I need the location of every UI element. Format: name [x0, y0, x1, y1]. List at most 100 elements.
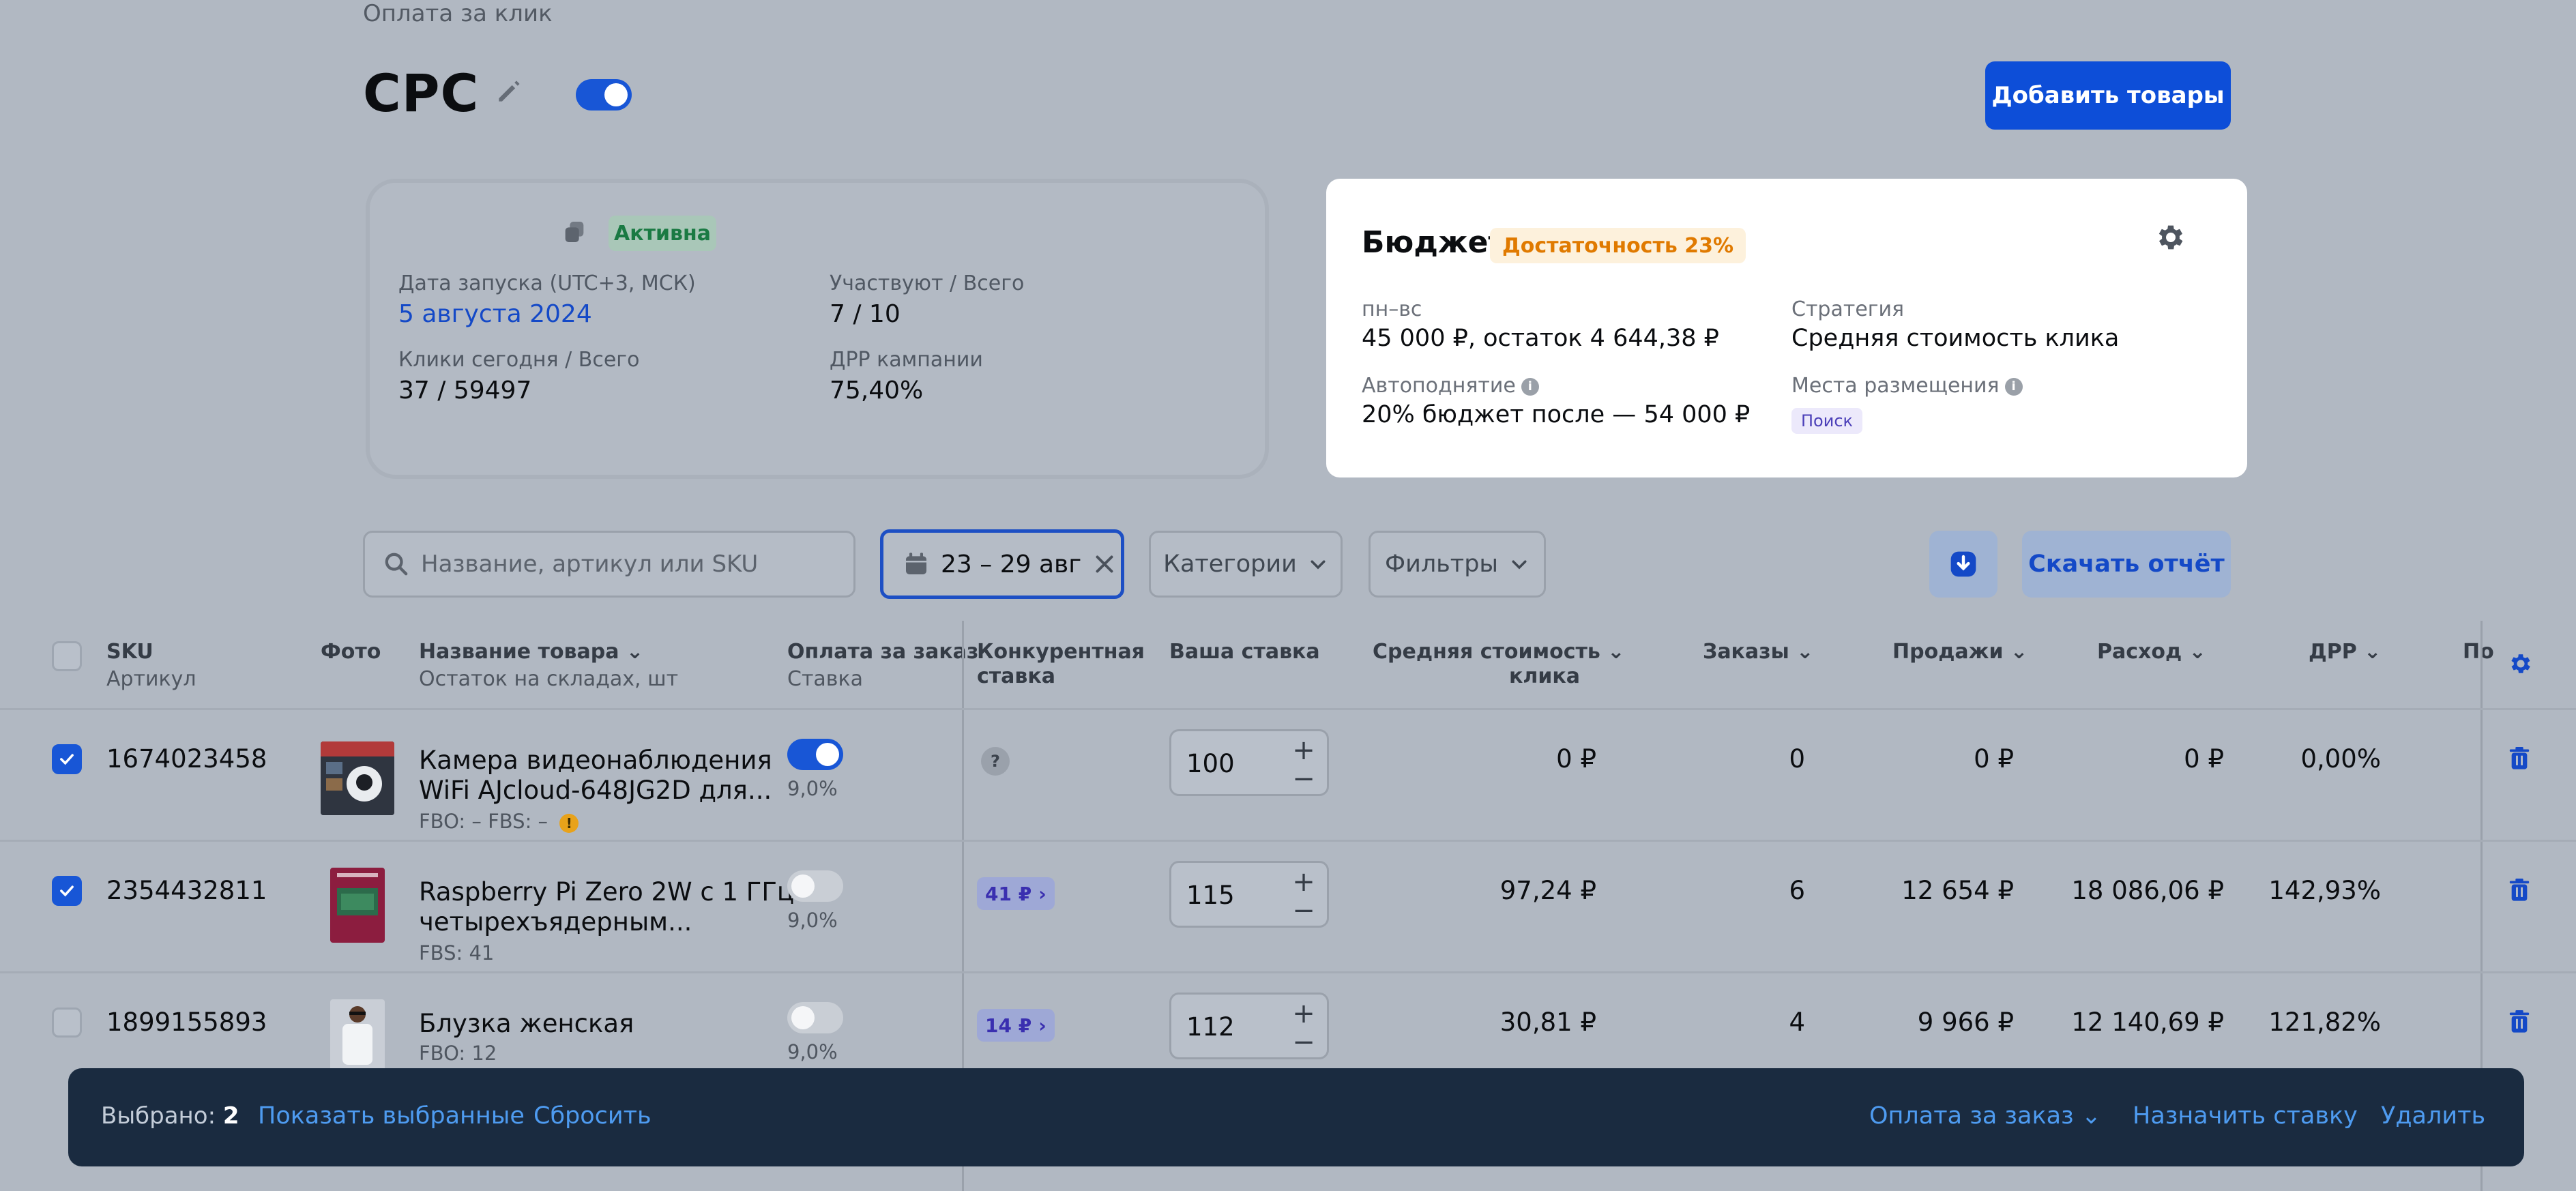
question-icon[interactable]: ? — [981, 747, 1010, 776]
plus-icon[interactable]: + — [1290, 737, 1317, 764]
add-products-button[interactable]: Добавить товары — [1985, 61, 2231, 130]
download-report-button[interactable]: Скачать отчёт — [2022, 531, 2231, 598]
trash-icon[interactable] — [2508, 1009, 2531, 1035]
row-checkbox[interactable] — [52, 744, 82, 774]
row-name-line2[interactable]: четырехъядерным... — [419, 907, 692, 937]
categories-dropdown[interactable]: Категории — [1149, 531, 1343, 598]
row-name-line2[interactable]: WiFi AJcloud-648JG2D для... — [419, 776, 772, 805]
col-avg-cost[interactable]: Средняя стоимость ⌄ — [1373, 640, 1624, 664]
warning-icon[interactable]: ! — [559, 814, 579, 833]
select-all-checkbox[interactable] — [52, 641, 82, 671]
row-spend: 12 140,69 ₽ — [2071, 1008, 2224, 1037]
selected-label: Выбрано: — [101, 1102, 216, 1130]
participants-label: Участвуют / Всего — [830, 271, 1025, 295]
competitive-bid-value: 14 ₽ — [985, 1014, 1032, 1037]
minus-icon[interactable]: − — [1290, 765, 1317, 793]
competitive-bid-chip[interactable]: 14 ₽ › — [977, 1009, 1055, 1042]
col-avg-cost-label: Средняя стоимость — [1373, 640, 1600, 664]
bulk-action-bar: Выбрано: 2 Показать выбранные Сбросить О… — [68, 1068, 2524, 1166]
bid-stepper[interactable]: 112 + − — [1169, 992, 1329, 1059]
autoraise-label: Автоподнятие — [1362, 374, 1516, 398]
competitive-bid-value: 41 ₽ — [985, 882, 1032, 905]
row-sku: 2354432811 — [106, 876, 267, 905]
col-sales-label: Продажи — [1892, 640, 2004, 664]
placement-label-row: Места размещения i — [1791, 374, 2023, 398]
col-name[interactable]: Название товара ⌄ — [419, 640, 643, 664]
pay-order-label: Оплата за заказ — [1869, 1102, 2074, 1130]
row-drr: 0,00% — [2300, 744, 2381, 774]
plus-icon[interactable]: + — [1290, 868, 1317, 896]
row-orders: 6 — [1789, 876, 1805, 905]
filters-dropdown[interactable]: Фильтры — [1368, 531, 1546, 598]
col-sku-sub: Артикул — [106, 667, 196, 691]
col-drr[interactable]: ДРР ⌄ — [2309, 640, 2381, 664]
info-icon[interactable]: i — [2004, 377, 2023, 396]
col-orders-label: Заказы — [1703, 640, 1789, 664]
col-name-label: Название товара — [419, 640, 619, 664]
trash-icon[interactable] — [2508, 746, 2531, 771]
minus-icon[interactable]: − — [1290, 1029, 1317, 1056]
row-stock-text: FBO: – FBS: – — [419, 810, 548, 833]
calendar-icon — [906, 553, 926, 574]
info-icon[interactable]: i — [1521, 377, 1539, 396]
pay-order-dropdown[interactable]: Оплата за заказ ⌄ — [1869, 1102, 2101, 1130]
product-photo[interactable] — [330, 868, 385, 943]
row-sku: 1899155893 — [106, 1008, 267, 1037]
participants-value: 7 / 10 — [830, 300, 901, 328]
campaign-toggle[interactable] — [576, 79, 632, 111]
reset-link[interactable]: Сбросить — [533, 1102, 652, 1130]
product-photo[interactable] — [321, 741, 394, 815]
row-sales: 12 654 ₽ — [1901, 876, 2014, 905]
bid-stepper[interactable]: 100 + − — [1169, 729, 1329, 796]
date-range-picker[interactable]: 23 – 29 авг — [880, 529, 1124, 599]
row-checkbox[interactable] — [52, 876, 82, 906]
search-placeholder: Название, артикул или SKU — [421, 550, 759, 578]
bid-value[interactable]: 100 — [1186, 749, 1235, 778]
clear-icon[interactable] — [1092, 552, 1117, 576]
competitive-bid-chip[interactable]: 41 ₽ › — [977, 877, 1055, 910]
copy-icon[interactable] — [561, 218, 588, 246]
bid-value[interactable]: 112 — [1186, 1012, 1235, 1042]
col-orders[interactable]: Заказы ⌄ — [1703, 640, 1813, 664]
minus-icon[interactable]: − — [1290, 897, 1317, 924]
download-button[interactable] — [1929, 531, 1997, 598]
col-competitive-1: Конкурентная — [977, 640, 1145, 664]
bid-value[interactable]: 115 — [1186, 881, 1235, 910]
row-checkbox[interactable] — [52, 1008, 82, 1038]
row-name-line1[interactable]: Блузка женская — [419, 1009, 634, 1038]
chevron-down-icon: ⌄ — [1607, 640, 1625, 664]
trash-icon[interactable] — [2508, 877, 2531, 903]
search-input[interactable]: Название, артикул или SKU — [363, 531, 855, 598]
breadcrumb[interactable]: Оплата за клик — [363, 0, 553, 27]
row-avg-cost: 0 ₽ — [1556, 744, 1596, 774]
row-rate: 9,0% — [787, 909, 838, 932]
check-icon — [60, 754, 74, 765]
set-bid-link[interactable]: Назначить ставку — [2133, 1102, 2358, 1130]
pay-order-toggle[interactable] — [787, 870, 843, 902]
delete-link[interactable]: Удалить — [2381, 1102, 2485, 1130]
plus-icon[interactable]: + — [1290, 1000, 1317, 1027]
launch-date-value[interactable]: 5 августа 2024 — [398, 300, 592, 328]
col-spend[interactable]: Расход ⌄ — [2097, 640, 2206, 664]
pay-order-toggle[interactable] — [787, 1002, 843, 1033]
gear-icon[interactable] — [2508, 651, 2534, 677]
chevron-right-icon: › — [1038, 882, 1046, 905]
table-row[interactable]: 2354432811 Raspberry Pi Zero 2W с 1 ГГц … — [0, 842, 2576, 971]
edit-icon[interactable] — [494, 76, 524, 106]
bid-stepper[interactable]: 115 + − — [1169, 861, 1329, 928]
chevron-down-icon — [1311, 560, 1326, 570]
col-your-bid: Ваша ставка — [1169, 640, 1320, 664]
col-sales[interactable]: Продажи ⌄ — [1892, 640, 2028, 664]
selected-number: 2 — [222, 1102, 239, 1130]
product-photo[interactable] — [330, 999, 385, 1074]
row-name-line1[interactable]: Камера видеонаблюдения — [419, 746, 772, 775]
table-row[interactable]: 1674023458 Камера видеонаблюдения WiFi A… — [0, 710, 2576, 840]
row-orders: 4 — [1789, 1008, 1805, 1037]
pay-order-toggle[interactable] — [787, 739, 843, 770]
row-name-line1[interactable]: Raspberry Pi Zero 2W с 1 ГГц — [419, 877, 794, 907]
col-avg-cost-2: клика — [1509, 664, 1580, 688]
col-sku: SKU — [106, 640, 153, 664]
gear-icon[interactable] — [2154, 221, 2187, 254]
row-drr: 121,82% — [2268, 1008, 2381, 1037]
show-selected-link[interactable]: Показать выбранные — [258, 1102, 525, 1130]
